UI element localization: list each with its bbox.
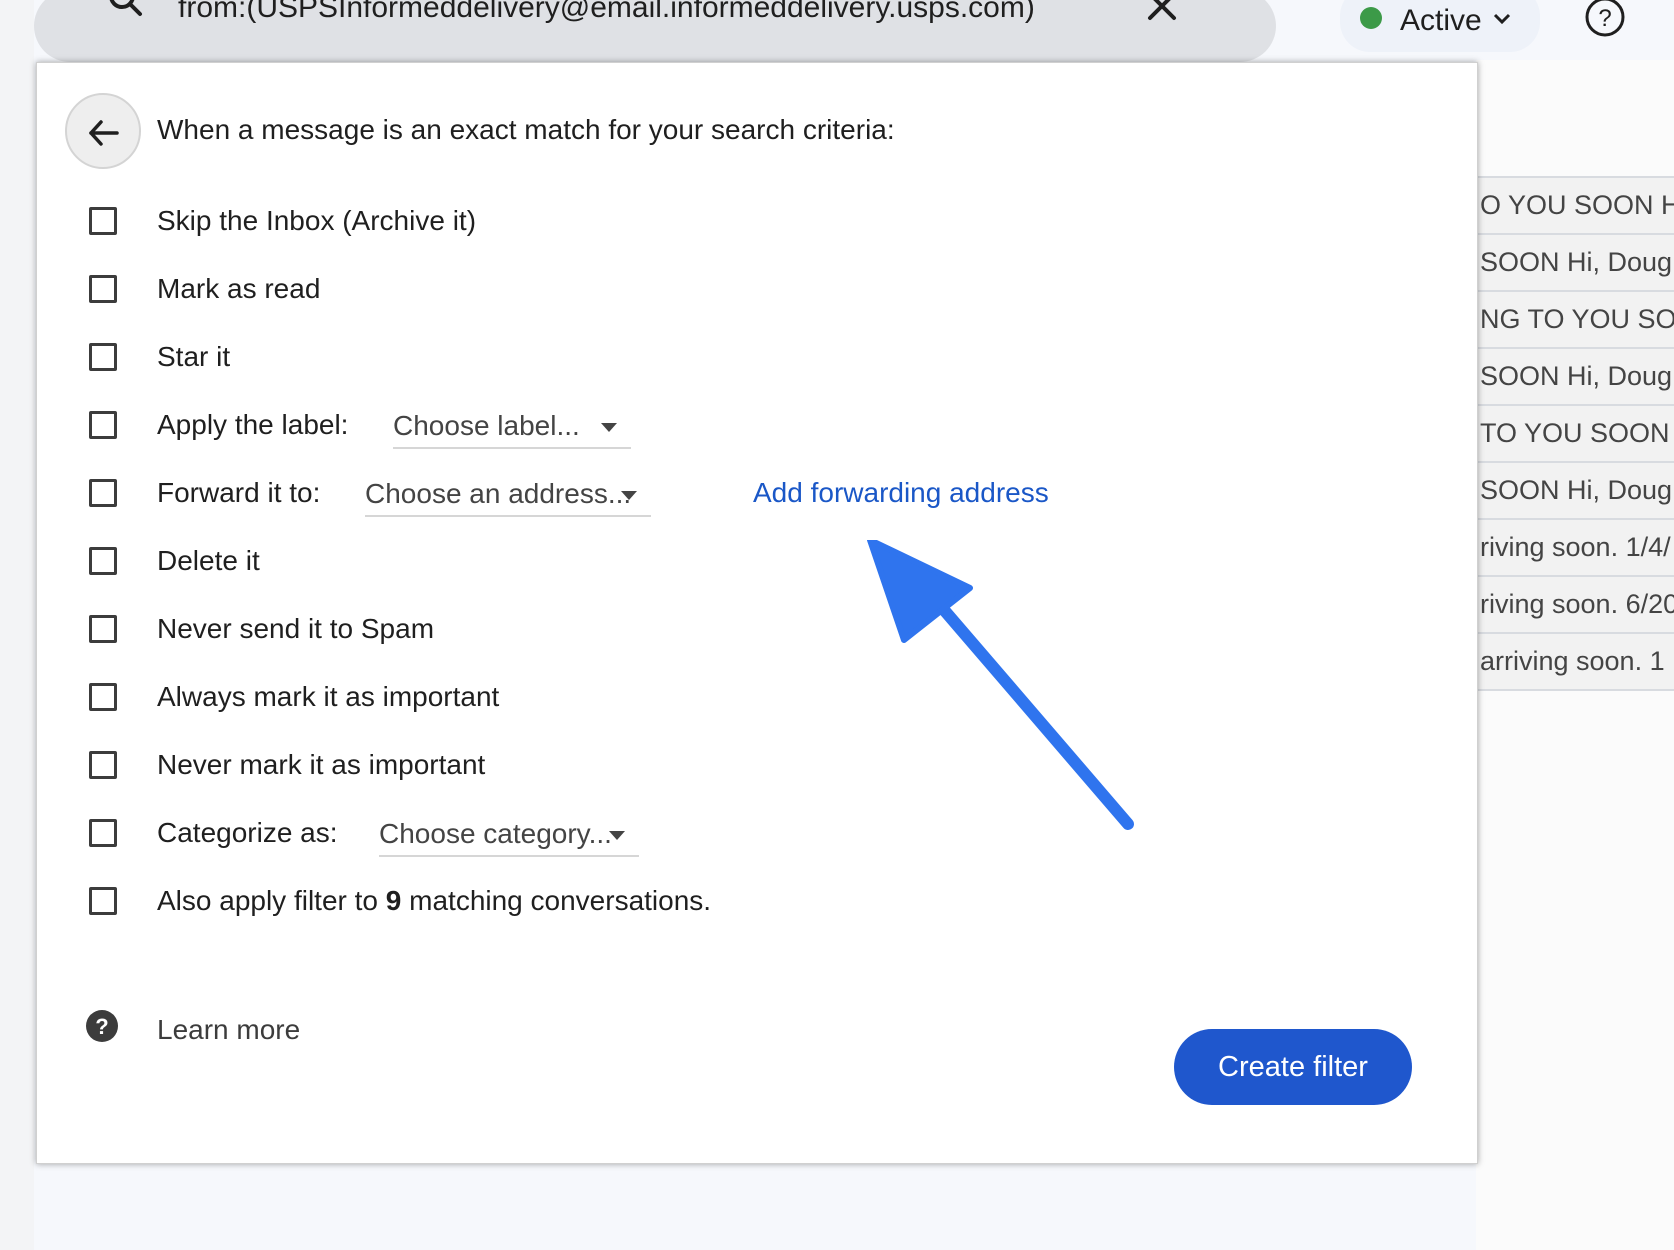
search-query-text[interactable]: from:(USPSInformeddelivery@email.informe… bbox=[178, 0, 1035, 26]
status-label: Active bbox=[1400, 4, 1482, 37]
status-dot bbox=[1360, 7, 1382, 29]
option-skip-inbox: Skip the Inbox (Archive it) bbox=[89, 201, 1389, 241]
label-select[interactable]: Choose label... bbox=[393, 405, 631, 449]
also-apply-prefix: Also apply filter to bbox=[157, 885, 378, 916]
skip-inbox-label: Skip the Inbox (Archive it) bbox=[157, 205, 477, 236]
option-also-apply: Also apply filter to 9 matching conversa… bbox=[89, 881, 1389, 921]
svg-text:?: ? bbox=[1598, 5, 1611, 32]
conversation-list: O YOU SOON Hi SOON Hi, Doug NG TO YOU SO… bbox=[1476, 176, 1674, 691]
mark-read-label: Mark as read bbox=[157, 273, 321, 304]
list-item[interactable]: SOON Hi, Doug! bbox=[1476, 461, 1674, 518]
arrow-left-icon bbox=[89, 120, 119, 146]
list-item[interactable]: SOON Hi, Doug bbox=[1476, 347, 1674, 404]
help-circle-icon[interactable]: ? bbox=[1584, 0, 1626, 40]
list-item[interactable]: riving soon. 6/20 bbox=[1476, 575, 1674, 632]
search-bar[interactable]: from:(USPSInformeddelivery@email.informe… bbox=[34, 0, 1276, 62]
option-apply-label: Apply the label: Choose label... bbox=[89, 405, 1389, 449]
never-spam-label: Never send it to Spam bbox=[157, 613, 435, 644]
never-spam-checkbox[interactable] bbox=[89, 615, 117, 643]
star-label: Star it bbox=[157, 341, 231, 372]
also-apply-suffix: matching conversations. bbox=[409, 885, 712, 916]
create-filter-button[interactable]: Create filter bbox=[1174, 1029, 1412, 1105]
back-button[interactable] bbox=[65, 93, 141, 169]
left-background-strip bbox=[0, 0, 34, 1250]
mark-read-checkbox[interactable] bbox=[89, 275, 117, 303]
list-item[interactable]: riving soon. 1/4/ bbox=[1476, 518, 1674, 575]
annotation-arrow-icon bbox=[867, 540, 1134, 830]
option-always-important: Always mark it as important bbox=[89, 677, 1389, 717]
label-select-value: Choose label... bbox=[393, 410, 580, 441]
option-delete: Delete it bbox=[89, 541, 1389, 581]
list-item[interactable]: arriving soon. 1 bbox=[1476, 632, 1674, 691]
forward-label: Forward it to: bbox=[157, 477, 321, 508]
delete-checkbox[interactable] bbox=[89, 547, 117, 575]
dropdown-caret-icon bbox=[601, 423, 617, 432]
categorize-checkbox[interactable] bbox=[89, 819, 117, 847]
also-apply-label: Also apply filter to 9 matching conversa… bbox=[157, 884, 711, 918]
option-never-spam: Never send it to Spam bbox=[89, 609, 1389, 649]
address-select[interactable]: Choose an address... bbox=[365, 473, 651, 517]
learn-more-link[interactable]: Learn more bbox=[157, 1013, 300, 1047]
option-mark-read: Mark as read bbox=[89, 269, 1389, 309]
star-checkbox[interactable] bbox=[89, 343, 117, 371]
list-item[interactable]: O YOU SOON Hi bbox=[1476, 176, 1674, 233]
option-forward: Forward it to: Choose an address... Add … bbox=[89, 473, 1389, 517]
option-never-important: Never mark it as important bbox=[89, 745, 1389, 785]
chevron-down-icon bbox=[1493, 13, 1511, 25]
list-item[interactable]: NG TO YOU SOO bbox=[1476, 290, 1674, 347]
help-icon[interactable]: ? bbox=[85, 1009, 119, 1043]
dialog-header: When a message is an exact match for you… bbox=[157, 114, 895, 145]
delete-label: Delete it bbox=[157, 545, 260, 576]
always-important-label: Always mark it as important bbox=[157, 681, 500, 712]
category-select-value: Choose category... bbox=[379, 818, 612, 849]
filter-dialog: When a message is an exact match for you… bbox=[36, 62, 1478, 1164]
also-apply-checkbox[interactable] bbox=[89, 887, 117, 915]
address-select-value: Choose an address... bbox=[365, 478, 632, 509]
categorize-label: Categorize as: bbox=[157, 817, 338, 848]
never-important-label: Never mark it as important bbox=[157, 749, 486, 780]
dropdown-caret-icon bbox=[621, 491, 637, 500]
add-forwarding-address-link[interactable]: Add forwarding address bbox=[753, 476, 1049, 510]
dropdown-caret-icon bbox=[609, 831, 625, 840]
search-icon[interactable] bbox=[106, 0, 146, 30]
apply-label-checkbox[interactable] bbox=[89, 411, 117, 439]
skip-inbox-checkbox[interactable] bbox=[89, 207, 117, 235]
list-item[interactable]: TO YOU SOON H bbox=[1476, 404, 1674, 461]
option-categorize: Categorize as: Choose category... bbox=[89, 813, 1389, 857]
apply-label-label: Apply the label: bbox=[157, 409, 349, 440]
always-important-checkbox[interactable] bbox=[89, 683, 117, 711]
list-item[interactable]: SOON Hi, Doug bbox=[1476, 233, 1674, 290]
category-select[interactable]: Choose category... bbox=[379, 813, 639, 857]
never-important-checkbox[interactable] bbox=[89, 751, 117, 779]
svg-text:?: ? bbox=[95, 1014, 108, 1039]
option-star: Star it bbox=[89, 337, 1389, 377]
status-chip[interactable]: Active bbox=[1340, 0, 1540, 52]
forward-checkbox[interactable] bbox=[89, 479, 117, 507]
close-icon[interactable] bbox=[1144, 0, 1180, 26]
matching-count: 9 bbox=[385, 885, 402, 916]
